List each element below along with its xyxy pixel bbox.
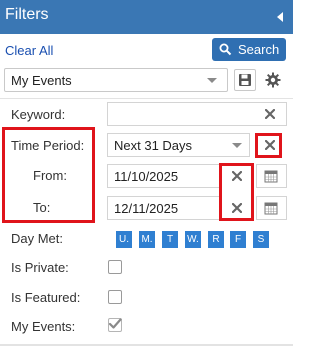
divider xyxy=(0,98,293,99)
search-icon xyxy=(219,43,232,56)
keyword-input[interactable] xyxy=(107,102,287,126)
day-button-thursday[interactable]: R xyxy=(208,231,224,248)
highlight-clear-dates xyxy=(219,163,254,221)
from-date-input[interactable]: 11/10/2025 xyxy=(107,164,222,188)
to-date-input[interactable]: 12/11/2025 xyxy=(107,196,222,220)
saved-filter-select[interactable]: My Events xyxy=(4,68,228,92)
gear-icon xyxy=(265,72,281,88)
clear-keyword-icon[interactable] xyxy=(265,109,275,119)
from-calendar-button[interactable] xyxy=(256,164,287,188)
is-featured-label: Is Featured: xyxy=(11,290,81,305)
search-button[interactable]: Search xyxy=(212,38,286,61)
calendar-icon xyxy=(264,170,278,183)
time-period-value: Next 31 Days xyxy=(114,138,193,153)
panel-title: Filters xyxy=(5,6,49,23)
keyword-label: Keyword: xyxy=(11,107,66,122)
calendar-icon xyxy=(264,202,278,215)
time-period-select[interactable]: Next 31 Days xyxy=(107,133,250,157)
to-date-value: 12/11/2025 xyxy=(114,201,179,216)
highlight-clear-time-period xyxy=(255,133,282,158)
day-button-saturday[interactable]: S xyxy=(253,231,269,248)
settings-button[interactable] xyxy=(262,69,284,91)
from-date-value: 11/10/2025 xyxy=(114,169,179,184)
highlight-time-period-labels xyxy=(2,127,95,223)
is-featured-checkbox[interactable] xyxy=(108,290,122,304)
save-filter-button[interactable] xyxy=(234,69,256,91)
chevron-down-icon xyxy=(232,143,242,148)
my-events-label: My Events: xyxy=(11,319,76,334)
day-button-sunday[interactable]: U. xyxy=(116,231,132,248)
collapse-arrow-icon[interactable] xyxy=(277,12,283,22)
is-private-label: Is Private: xyxy=(11,260,69,275)
saved-filter-value: My Events xyxy=(11,73,72,88)
to-calendar-button[interactable] xyxy=(256,196,287,220)
day-button-wednesday[interactable]: W. xyxy=(185,231,201,248)
filters-panel: Filters Clear All Search My Events Keywo… xyxy=(0,0,293,346)
filters-header[interactable]: Filters xyxy=(0,0,293,34)
day-button-monday[interactable]: M. xyxy=(139,231,155,248)
day-button-tuesday[interactable]: T xyxy=(162,231,178,248)
checkmark-icon xyxy=(108,318,122,329)
my-events-checkbox[interactable] xyxy=(108,318,122,332)
save-icon xyxy=(239,74,251,86)
search-button-label: Search xyxy=(238,42,280,57)
day-met-label: Day Met: xyxy=(11,231,64,246)
clear-all-link[interactable]: Clear All xyxy=(5,43,53,58)
day-button-friday[interactable]: F xyxy=(230,231,246,248)
is-private-checkbox[interactable] xyxy=(108,260,122,274)
chevron-down-icon xyxy=(207,78,217,83)
